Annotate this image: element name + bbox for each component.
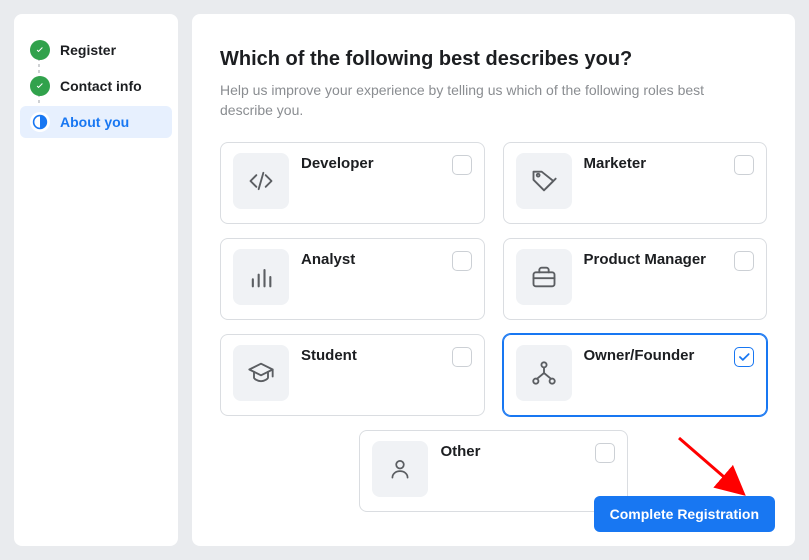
role-label: Other (440, 443, 582, 460)
main-panel: Which of the following best describes yo… (192, 14, 795, 546)
role-card-developer[interactable]: Developer (220, 142, 485, 224)
step-label: About you (60, 114, 129, 130)
role-checkbox[interactable] (452, 155, 472, 175)
role-label: Marketer (584, 155, 723, 172)
bar-chart-icon (233, 249, 289, 305)
role-label: Product Manager (584, 251, 723, 268)
step-contact-info[interactable]: Contact info (20, 70, 172, 102)
role-grid: Developer Marketer Analyst (220, 142, 767, 416)
role-label: Owner/Founder (584, 347, 723, 364)
code-icon (233, 153, 289, 209)
person-icon (372, 441, 428, 497)
page-title: Which of the following best describes yo… (220, 48, 767, 71)
check-circle-icon (30, 76, 50, 96)
role-card-marketer[interactable]: Marketer (503, 142, 768, 224)
role-card-product-manager[interactable]: Product Manager (503, 238, 768, 320)
step-label: Contact info (60, 78, 142, 94)
role-checkbox[interactable] (452, 251, 472, 271)
step-label: Register (60, 42, 116, 58)
role-label: Developer (301, 155, 440, 172)
role-label: Analyst (301, 251, 440, 268)
role-card-student[interactable]: Student (220, 334, 485, 416)
half-circle-icon (30, 112, 50, 132)
complete-registration-button[interactable]: Complete Registration (594, 496, 775, 532)
role-card-other[interactable]: Other (359, 430, 627, 512)
step-register[interactable]: Register (20, 34, 172, 66)
role-checkbox[interactable] (595, 443, 615, 463)
page-subtitle: Help us improve your experience by telli… (220, 81, 740, 120)
briefcase-icon (516, 249, 572, 305)
step-about-you[interactable]: About you (20, 106, 172, 138)
role-card-analyst[interactable]: Analyst (220, 238, 485, 320)
role-card-owner-founder[interactable]: Owner/Founder (503, 334, 768, 416)
sidebar: Register Contact info About you (14, 14, 178, 546)
role-checkbox[interactable] (734, 347, 754, 367)
graduation-cap-icon (233, 345, 289, 401)
role-label: Student (301, 347, 440, 364)
role-checkbox[interactable] (734, 155, 754, 175)
check-icon (737, 350, 751, 364)
tag-icon (516, 153, 572, 209)
role-checkbox[interactable] (734, 251, 754, 271)
check-circle-icon (30, 40, 50, 60)
role-checkbox[interactable] (452, 347, 472, 367)
org-tree-icon (516, 345, 572, 401)
